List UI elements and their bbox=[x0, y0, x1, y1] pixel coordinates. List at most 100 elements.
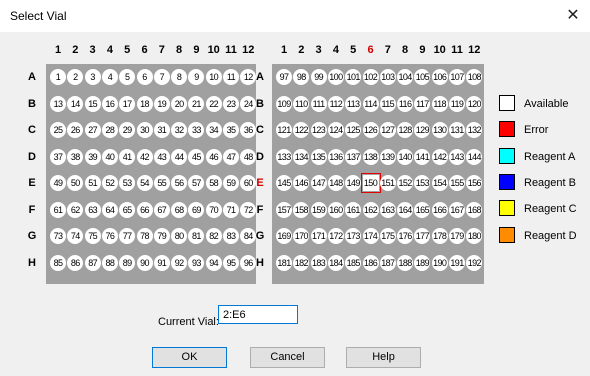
vial-well[interactable]: 17 bbox=[119, 95, 136, 112]
vial-well[interactable]: 109 bbox=[276, 95, 292, 112]
help-button[interactable]: Help bbox=[346, 347, 421, 368]
vial-well[interactable]: 92 bbox=[171, 254, 188, 271]
vial-well[interactable]: 31 bbox=[153, 122, 170, 138]
vial-well[interactable]: 89 bbox=[119, 254, 136, 271]
vial-well[interactable]: 166 bbox=[431, 201, 448, 218]
vial-well[interactable]: 160 bbox=[327, 201, 344, 218]
vial-well[interactable]: 63 bbox=[84, 201, 101, 218]
vial-well[interactable]: 139 bbox=[379, 148, 396, 165]
vial-well[interactable]: 133 bbox=[276, 148, 292, 165]
vial-well[interactable]: 130 bbox=[431, 122, 448, 138]
vial-well[interactable]: 108 bbox=[466, 69, 483, 85]
vial-well[interactable]: 113 bbox=[345, 95, 362, 112]
vial-well[interactable]: 181 bbox=[276, 254, 292, 271]
vial-well[interactable]: 57 bbox=[188, 175, 205, 191]
vial-well[interactable]: 88 bbox=[101, 254, 118, 271]
vial-well[interactable]: 119 bbox=[449, 95, 465, 112]
vial-well[interactable]: 22 bbox=[205, 95, 222, 112]
vial-well[interactable]: 174 bbox=[362, 228, 379, 244]
vial-well[interactable]: 138 bbox=[362, 148, 379, 165]
vial-well[interactable]: 180 bbox=[466, 228, 483, 244]
vial-well[interactable]: 188 bbox=[397, 254, 414, 271]
vial-well[interactable]: 163 bbox=[379, 201, 396, 218]
vial-well[interactable]: 56 bbox=[171, 175, 188, 191]
vial-well[interactable]: 20 bbox=[171, 95, 188, 112]
vial-well[interactable]: 111 bbox=[310, 95, 327, 112]
vial-well[interactable]: 103 bbox=[379, 69, 396, 85]
vial-well[interactable]: 94 bbox=[205, 254, 222, 271]
vial-well[interactable]: 76 bbox=[101, 228, 118, 244]
vial-well[interactable]: 169 bbox=[276, 228, 292, 244]
vial-well[interactable]: 61 bbox=[50, 201, 66, 218]
vial-well[interactable]: 187 bbox=[379, 254, 396, 271]
vial-well[interactable]: 159 bbox=[310, 201, 327, 218]
vial-well[interactable]: 185 bbox=[345, 254, 362, 271]
vial-well[interactable]: 23 bbox=[223, 95, 239, 112]
cancel-button[interactable]: Cancel bbox=[250, 347, 325, 368]
vial-well[interactable]: 51 bbox=[84, 175, 101, 191]
vial-well[interactable]: 80 bbox=[171, 228, 188, 244]
vial-well[interactable]: 14 bbox=[67, 95, 84, 112]
vial-well[interactable]: 173 bbox=[345, 228, 362, 244]
vial-well[interactable]: 131 bbox=[449, 122, 465, 138]
vial-well[interactable]: 30 bbox=[136, 122, 153, 138]
vial-well[interactable]: 156 bbox=[466, 175, 483, 191]
vial-well[interactable]: 116 bbox=[397, 95, 414, 112]
vial-well[interactable]: 78 bbox=[136, 228, 153, 244]
vial-well[interactable]: 121 bbox=[276, 122, 292, 138]
vial-well[interactable]: 33 bbox=[188, 122, 205, 138]
vial-well[interactable]: 55 bbox=[153, 175, 170, 191]
vial-well[interactable]: 155 bbox=[449, 175, 465, 191]
vial-well[interactable]: 179 bbox=[449, 228, 465, 244]
vial-well[interactable]: 95 bbox=[223, 254, 239, 271]
vial-well[interactable]: 4 bbox=[101, 69, 118, 85]
vial-well[interactable]: 178 bbox=[431, 228, 448, 244]
vial-well[interactable]: 81 bbox=[188, 228, 205, 244]
vial-well[interactable]: 164 bbox=[397, 201, 414, 218]
vial-well[interactable]: 157 bbox=[276, 201, 292, 218]
vial-well[interactable]: 27 bbox=[84, 122, 101, 138]
vial-well[interactable]: 128 bbox=[397, 122, 414, 138]
vial-well[interactable]: 140 bbox=[397, 148, 414, 165]
vial-well[interactable]: 118 bbox=[431, 95, 448, 112]
vial-well[interactable]: 29 bbox=[119, 122, 136, 138]
vial-well[interactable]: 7 bbox=[153, 69, 170, 85]
ok-button[interactable]: OK bbox=[152, 347, 227, 368]
vial-well[interactable]: 2 bbox=[67, 69, 84, 85]
vial-well[interactable]: 165 bbox=[414, 201, 431, 218]
vial-well[interactable]: 43 bbox=[153, 148, 170, 165]
vial-well[interactable]: 19 bbox=[153, 95, 170, 112]
vial-well[interactable]: 106 bbox=[431, 69, 448, 85]
vial-well[interactable]: 167 bbox=[449, 201, 465, 218]
vial-well[interactable]: 110 bbox=[293, 95, 310, 112]
vial-well[interactable]: 145 bbox=[276, 175, 292, 191]
vial-well[interactable]: 83 bbox=[223, 228, 239, 244]
vial-well[interactable]: 85 bbox=[50, 254, 66, 271]
vial-well[interactable]: 86 bbox=[67, 254, 84, 271]
vial-well[interactable]: 52 bbox=[101, 175, 118, 191]
vial-well[interactable]: 97 bbox=[276, 69, 292, 85]
vial-well[interactable]: 77 bbox=[119, 228, 136, 244]
vial-well[interactable]: 168 bbox=[466, 201, 483, 218]
vial-well[interactable]: 191 bbox=[449, 254, 465, 271]
vial-well[interactable]: 42 bbox=[136, 148, 153, 165]
vial-well[interactable]: 64 bbox=[101, 201, 118, 218]
vial-well[interactable]: 35 bbox=[223, 122, 239, 138]
vial-well[interactable]: 100 bbox=[327, 69, 344, 85]
vial-well[interactable]: 152 bbox=[397, 175, 414, 191]
vial-well[interactable]: 154 bbox=[431, 175, 448, 191]
vial-well[interactable]: 68 bbox=[171, 201, 188, 218]
vial-well[interactable]: 90 bbox=[136, 254, 153, 271]
vial-well[interactable]: 45 bbox=[188, 148, 205, 165]
vial-well[interactable]: 41 bbox=[119, 148, 136, 165]
vial-well[interactable]: 122 bbox=[293, 122, 310, 138]
vial-well[interactable]: 148 bbox=[327, 175, 344, 191]
vial-well[interactable]: 98 bbox=[293, 69, 310, 85]
vial-well[interactable]: 134 bbox=[293, 148, 310, 165]
vial-well[interactable]: 53 bbox=[119, 175, 136, 191]
vial-well[interactable]: 120 bbox=[466, 95, 483, 112]
vial-well[interactable]: 127 bbox=[379, 122, 396, 138]
vial-well[interactable]: 67 bbox=[153, 201, 170, 218]
vial-well[interactable]: 75 bbox=[84, 228, 101, 244]
vial-well[interactable]: 161 bbox=[345, 201, 362, 218]
